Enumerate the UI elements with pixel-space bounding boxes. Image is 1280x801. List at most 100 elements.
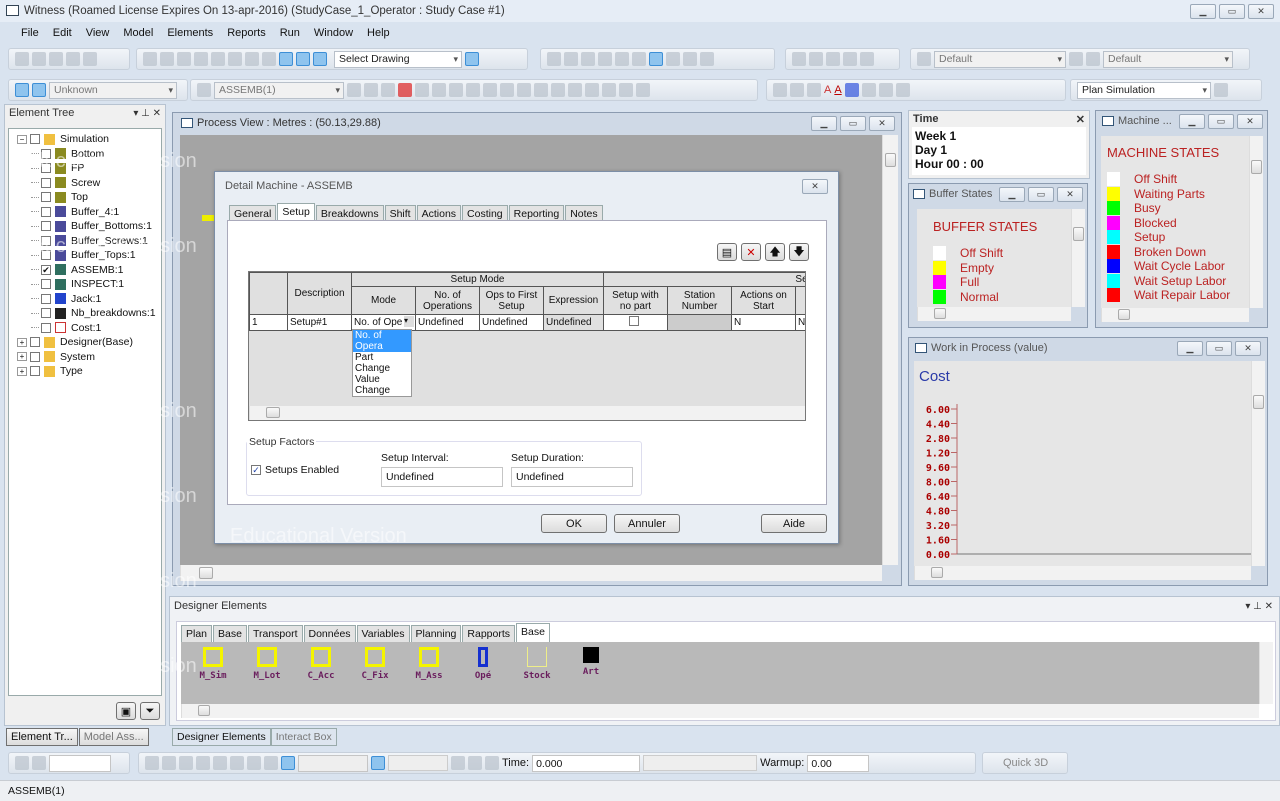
bars-icon[interactable] xyxy=(683,52,697,66)
tool-icon[interactable] xyxy=(500,83,514,97)
fast-forward-icon[interactable] xyxy=(264,756,278,770)
help-button[interactable]: Aide xyxy=(761,514,827,533)
cell-description[interactable]: Setup#1 xyxy=(287,314,352,331)
tree-item[interactable]: Jack:1 xyxy=(9,292,161,307)
move-up-button[interactable]: 🡅 xyxy=(765,243,785,261)
restore-button[interactable]: ▭ xyxy=(1206,340,1232,356)
search-doc-icon[interactable] xyxy=(581,52,595,66)
minimize-button[interactable]: ▁ xyxy=(1179,113,1205,129)
vertical-scrollbar[interactable] xyxy=(1259,642,1273,704)
warmup-input[interactable]: 0.00 xyxy=(807,754,870,772)
line-color-icon[interactable] xyxy=(844,83,859,97)
rewind-icon[interactable] xyxy=(145,756,159,770)
menu-window[interactable]: Window xyxy=(307,27,360,39)
tree-item[interactable]: + Designer(Base) xyxy=(9,335,161,350)
horizontal-scrollbar[interactable] xyxy=(917,307,1071,321)
cell-expression[interactable]: Undefined xyxy=(543,314,604,331)
filter-button[interactable]: ⏷ xyxy=(140,702,160,720)
plan-simulation-dropdown[interactable]: Plan Simulation xyxy=(1077,81,1211,99)
open-icon[interactable] xyxy=(32,52,46,66)
horizontal-scrollbar[interactable] xyxy=(181,704,1259,718)
fill-icon[interactable] xyxy=(861,83,876,97)
speed-slider[interactable] xyxy=(388,755,448,771)
loop-icon[interactable] xyxy=(468,756,482,770)
close-button[interactable]: ✕ xyxy=(1235,340,1261,356)
clock-icon[interactable] xyxy=(281,756,295,770)
tool-icon[interactable] xyxy=(568,83,582,97)
menu-elements[interactable]: Elements xyxy=(160,27,220,39)
designer-element[interactable]: C_Fix xyxy=(348,647,402,704)
maximize-button[interactable]: ▭ xyxy=(1219,4,1245,19)
setup-duration-input[interactable]: Undefined xyxy=(511,467,633,487)
move-icon[interactable] xyxy=(700,52,714,66)
tool-icon[interactable] xyxy=(517,83,531,97)
tree-checkbox[interactable] xyxy=(41,192,51,203)
tool-icon[interactable] xyxy=(636,83,650,97)
pointer-icon[interactable] xyxy=(649,52,663,66)
tree-checkbox[interactable] xyxy=(41,206,51,217)
tool-icon[interactable] xyxy=(534,83,548,97)
expand-icon[interactable]: + xyxy=(17,352,27,362)
close-button[interactable]: ✕ xyxy=(869,115,895,131)
table-row[interactable]: 1 Setup#1 No. of Ope ▾ Undefined Undefined Und… xyxy=(249,314,805,331)
designer-element[interactable]: M_Ass xyxy=(402,647,456,704)
panel-controls[interactable]: ▾ ⊥ ✕ xyxy=(1245,601,1279,612)
chart-icon[interactable] xyxy=(666,52,680,66)
menu-file[interactable]: File xyxy=(14,27,46,39)
undo-icon[interactable] xyxy=(66,52,80,66)
font-color-icon[interactable]: A xyxy=(834,84,841,96)
cell-ops-first-setup[interactable]: Undefined xyxy=(479,314,544,331)
tool-icon[interactable] xyxy=(619,83,633,97)
minimize-button[interactable]: ▁ xyxy=(999,186,1025,202)
setup-no-part-checkbox[interactable] xyxy=(628,316,639,326)
walk-icon[interactable] xyxy=(381,83,395,97)
grid-horizontal-scrollbar[interactable] xyxy=(249,406,805,420)
links-icon[interactable] xyxy=(279,52,293,66)
snap-icon[interactable] xyxy=(878,83,893,97)
vertical-scrollbar[interactable] xyxy=(882,135,898,565)
link-green-icon[interactable] xyxy=(860,52,874,66)
tab-interact-box[interactable]: Interact Box xyxy=(270,728,337,746)
minimize-button[interactable]: ▁ xyxy=(1190,4,1216,19)
cell-l[interactable]: N xyxy=(795,314,805,331)
screen-icon[interactable] xyxy=(465,52,479,66)
horizontal-scrollbar[interactable] xyxy=(1101,308,1249,322)
time-input[interactable]: 0.000 xyxy=(532,754,641,772)
cancel-button[interactable]: Annuler xyxy=(614,514,680,533)
record-icon[interactable] xyxy=(196,756,210,770)
tree-item[interactable]: Cost:1 xyxy=(9,321,161,336)
back-icon[interactable] xyxy=(1069,52,1083,66)
minimize-button[interactable]: ▁ xyxy=(811,115,837,131)
mode-option[interactable]: Value Change xyxy=(353,374,411,396)
horizontal-scrollbar[interactable] xyxy=(180,565,882,581)
tree-checkbox[interactable] xyxy=(41,221,51,232)
mode-option-selected[interactable]: No. of Opera xyxy=(353,330,411,352)
report-icon[interactable] xyxy=(485,756,499,770)
setup-interval-input[interactable]: Undefined xyxy=(381,467,503,487)
vertical-scrollbar[interactable] xyxy=(1071,209,1085,307)
delete-row-button[interactable]: ✕ xyxy=(741,243,761,261)
tool-icon[interactable] xyxy=(415,83,429,97)
picture-icon[interactable] xyxy=(313,52,327,66)
lightning-icon[interactable] xyxy=(15,756,29,770)
designer-element[interactable]: M_Lot xyxy=(240,647,294,704)
tree-item[interactable]: Buffer_Bottoms:1 xyxy=(9,219,161,234)
tool-icon[interactable] xyxy=(551,83,565,97)
tree-checkbox[interactable] xyxy=(41,177,51,188)
plan-icon[interactable] xyxy=(1214,83,1228,97)
tree-checkbox[interactable] xyxy=(41,322,51,333)
lock-icon[interactable] xyxy=(807,83,821,97)
vertical-scrollbar[interactable] xyxy=(1251,361,1265,566)
tree-item[interactable]: INSPECT:1 xyxy=(9,277,161,292)
cell-setup-no-part[interactable] xyxy=(603,314,668,331)
save-icon[interactable] xyxy=(49,52,63,66)
setups-enabled-checkbox[interactable]: ✓ xyxy=(251,465,261,475)
lightning-icon[interactable] xyxy=(32,756,46,770)
new-icon[interactable] xyxy=(15,52,29,66)
tree-checkbox[interactable] xyxy=(41,279,51,290)
share-icon[interactable] xyxy=(598,52,612,66)
step-end-icon[interactable] xyxy=(247,756,261,770)
horizontal-scrollbar[interactable] xyxy=(914,566,1251,580)
default-dropdown-1[interactable]: Default xyxy=(934,50,1066,68)
format-icon[interactable] xyxy=(790,83,804,97)
